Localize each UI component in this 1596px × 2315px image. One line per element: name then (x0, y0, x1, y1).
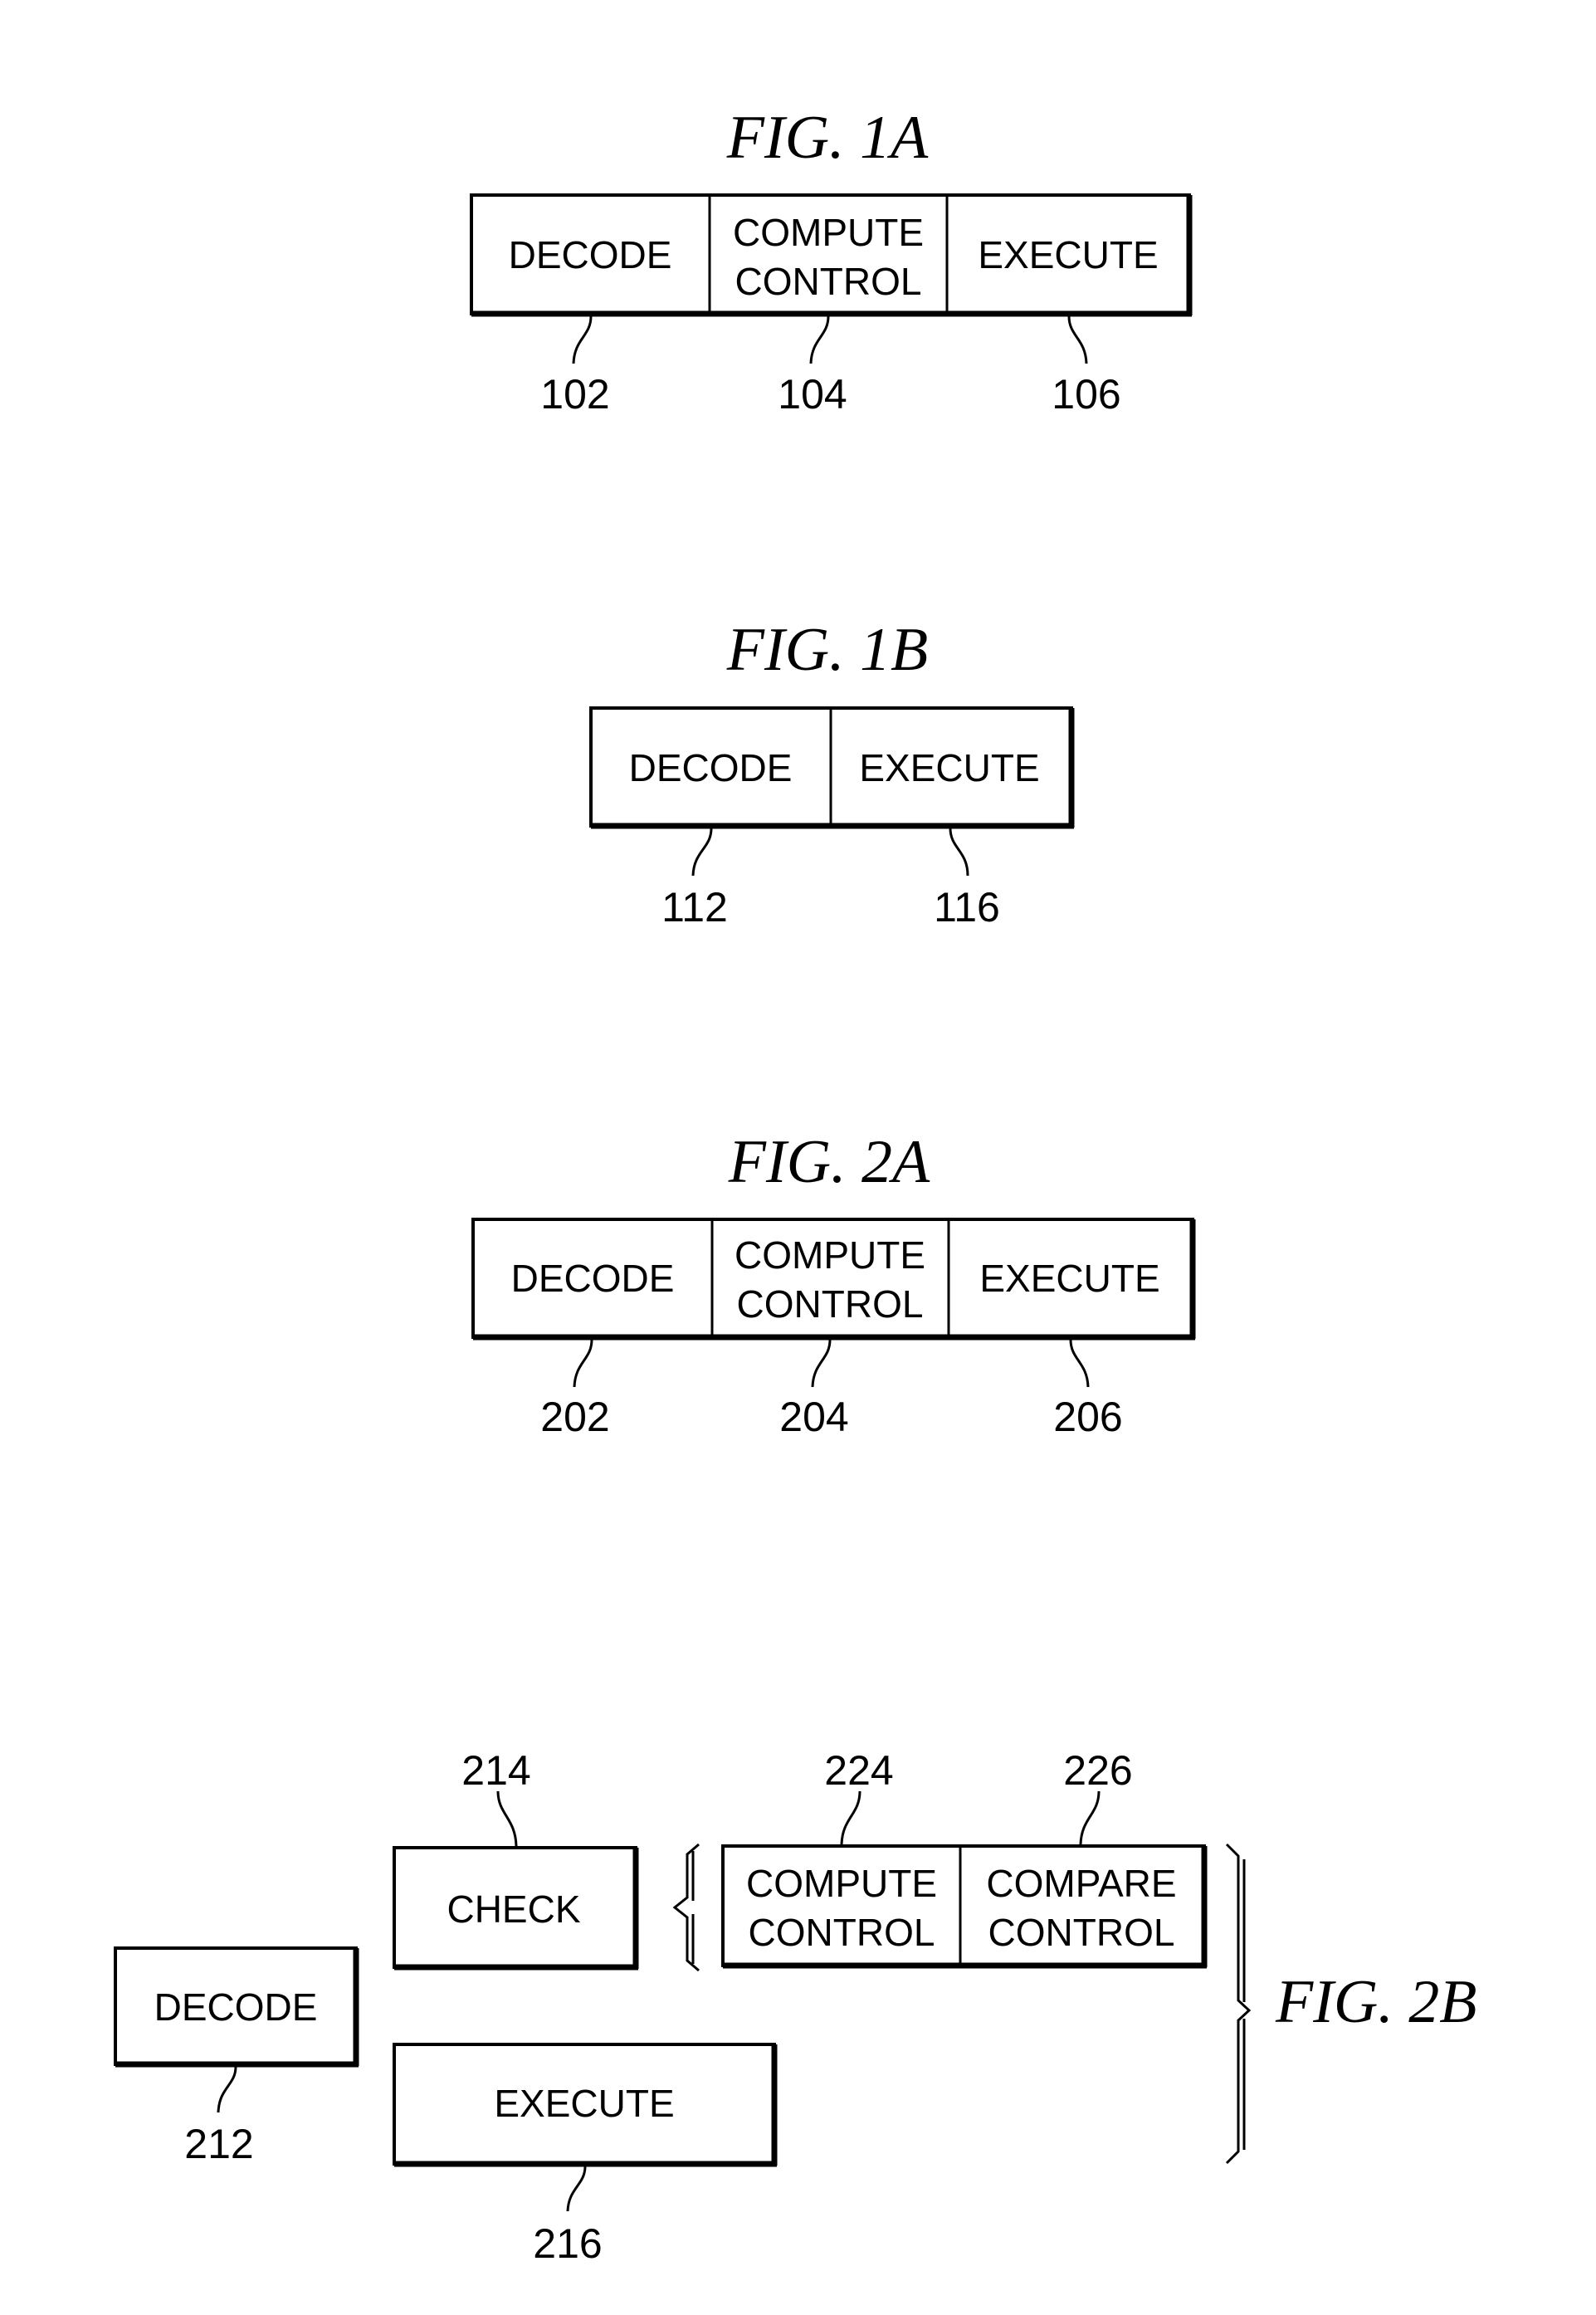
figure-2a: FIG. 2A DECODE COMPUTE CONTROL EXECUTE 2… (471, 1128, 1196, 1440)
fig2b-compute-control-label-line2: CONTROL (749, 1911, 935, 1954)
reference-numeral: 106 (1052, 371, 1120, 418)
decode-stage-label: DECODE (629, 746, 793, 789)
fig2b-execute-label: EXECUTE (494, 2082, 674, 2125)
leader-line (217, 2066, 237, 2113)
figure-1a-title: FIG. 1A (726, 104, 929, 172)
execute-stage-label: EXECUTE (859, 746, 1039, 789)
reference-numeral: 112 (661, 884, 728, 930)
reference-numeral: 206 (1053, 1394, 1122, 1440)
compute-control-stage-label-line2: CONTROL (735, 260, 922, 303)
leader-line (1069, 1339, 1090, 1388)
leader-line (949, 828, 969, 877)
reference-numeral: 212 (184, 2121, 253, 2167)
figure-1a: FIG. 1A DECODE COMPUTE CONTROL EXECUTE 1… (470, 104, 1193, 418)
fig2b-decode-label: DECODE (154, 1985, 318, 2029)
figure-2a-title: FIG. 2A (728, 1128, 930, 1196)
reference-numeral: 116 (934, 884, 1000, 930)
decode-stage-label: DECODE (511, 1257, 675, 1300)
compute-control-stage-label-line2: CONTROL (737, 1282, 924, 1326)
patent-drawing-sheet: FIG. 1A DECODE COMPUTE CONTROL EXECUTE 1… (114, 104, 1477, 2267)
large-brace-icon (1225, 1843, 1252, 2165)
decode-stage-label: DECODE (509, 233, 672, 276)
fig2b-compute-control-label-line1: COMPUTE (746, 1862, 937, 1905)
leader-line (572, 315, 593, 364)
reference-numeral: 204 (779, 1394, 848, 1440)
figure-2b-title: FIG. 2B (1275, 1968, 1477, 2036)
leader-line (566, 2166, 587, 2212)
reference-numeral: 202 (540, 1394, 609, 1440)
leader-line (840, 1790, 861, 1845)
reference-numeral: 214 (461, 1747, 530, 1794)
small-brace-icon (672, 1843, 700, 1972)
reference-numeral: 224 (824, 1747, 893, 1794)
leader-line (573, 1339, 593, 1388)
reference-numeral: 226 (1063, 1747, 1132, 1794)
figure-1b: FIG. 1B DECODE EXECUTE 112 116 (589, 616, 1075, 930)
leader-line (496, 1790, 518, 1847)
reference-numeral: 216 (533, 2220, 602, 2267)
compute-control-stage-label-line1: COMPUTE (735, 1233, 925, 1277)
reference-numeral: 104 (778, 371, 847, 418)
figure-2b: DECODE 212 CHECK 214 EXECUTE 216 COMPUTE… (114, 1747, 1477, 2267)
leader-line (1067, 315, 1088, 364)
execute-stage-label: EXECUTE (978, 233, 1158, 276)
fig2b-compare-control-label-line1: COMPARE (986, 1862, 1176, 1905)
leader-line (811, 1339, 832, 1388)
execute-stage-label: EXECUTE (979, 1257, 1159, 1300)
fig2b-check-label: CHECK (447, 1888, 580, 1931)
fig2b-compare-control-label-line2: CONTROL (988, 1911, 1175, 1954)
compute-control-stage-label-line1: COMPUTE (733, 211, 924, 254)
leader-line (809, 315, 830, 364)
leader-line (1079, 1790, 1101, 1845)
leader-line (691, 828, 713, 877)
figure-1b-title: FIG. 1B (726, 616, 929, 684)
reference-numeral: 102 (540, 371, 609, 418)
